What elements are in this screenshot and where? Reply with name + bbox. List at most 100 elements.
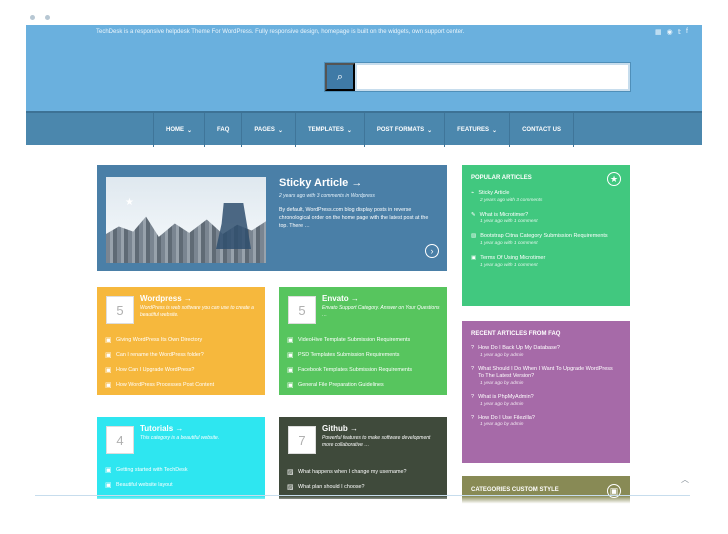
image-icon: ▨ [287,483,294,491]
link-text: VideoHive Template Submission Requiremen… [298,336,411,343]
link-text: General File Preparation Guidelines [298,381,384,388]
widget-title: RECENT ARTICLES FROM FAQ [471,331,561,337]
search-bar: ⌕ [324,62,631,92]
link-text: What plan should I choose? [298,483,365,490]
question-icon: ? [471,414,475,421]
sticky-article-title[interactable]: Sticky Article → [279,177,362,189]
widget-item-title: Bootstrap Citna Category Submission Requ… [480,233,608,240]
dot [45,15,50,20]
link-text: Can I rename the WordPress folder? [116,351,204,358]
windows-icon[interactable]: ▦ [655,28,662,36]
category-link[interactable]: ▣ Giving WordPress Its Own Directory [105,332,260,347]
category-links: ▨ What happens when I change my username?… [287,464,442,494]
main-content: ★ Sticky Article → 2 years ago with 3 co… [97,163,631,512]
category-number: 7 [288,426,316,454]
category-card-envato[interactable]: 5 Envato → Envato Support Category. Answ… [279,287,447,395]
nav-label: PAGES [254,127,275,133]
category-card-github[interactable]: 7 Github → Powerful features to make sof… [279,417,447,499]
search-input[interactable] [355,63,630,91]
question-icon: ? [471,345,475,351]
pen-icon: ✎ [471,211,476,218]
search-button[interactable]: ⌕ [325,63,355,91]
site-tagline: TechDesk is a responsive helpdesk Theme … [96,29,465,35]
widget-item-meta: 1 year ago with 1 comment [480,262,538,268]
category-card-cyan[interactable]: 4 Tutorials → This category is a beautif… [97,417,265,499]
nav-item-faq[interactable]: FAQ [204,113,241,147]
nav-item-post-formats[interactable]: POST FORMATS ⌄ [363,113,444,147]
category-title[interactable]: Envato → [322,294,359,303]
twitter-icon[interactable]: 𝕥 [678,28,681,36]
chevron-down-icon: ⌄ [427,127,433,134]
category-description: WordPress is web software you can use to… [140,305,254,319]
widget-item-meta: 1 year ago by admin [480,381,524,387]
category-number: 4 [106,426,134,454]
recent-faq-list: ? How Do I Back Up My Database? 1 year ago… [471,345,619,435]
category-link[interactable]: ▣ How WordPress Processes Post Content [105,377,260,392]
link-icon: ▣ [105,481,112,489]
star-icon[interactable]: ★ [607,172,621,186]
widget-item[interactable]: ⌁ Sticky Article 2 years ago with 3 commen… [471,190,619,203]
widget-item[interactable]: ? How Do I Back Up My Database? 1 year ago… [471,345,619,358]
category-link[interactable]: ▣ PSD Templates Submission Requirements [287,347,442,362]
category-link[interactable]: ▣ General File Preparation Guidelines [287,377,442,392]
widget-item[interactable]: ▨ Bootstrap Citna Category Submission Req… [471,233,619,246]
nav-item-contact[interactable]: CONTACT US [509,113,574,147]
pin-icon: ⌁ [471,190,475,196]
widget-item[interactable]: ✎ What is Microtimer? 1 year ago with 1 co… [471,212,619,225]
sticky-article-text: By default, WordPress.com blog display p… [279,207,429,230]
category-links: ▣ VideoHive Template Submission Requireme… [287,332,442,392]
category-link[interactable]: ▣ Getting started with TechDesk [105,462,260,477]
widget-item-title: Sticky Article [478,190,510,196]
social-icons: ▦ ◉ 𝕥 f [650,28,688,36]
category-link[interactable]: ▨ What happens when I change my username? [287,464,442,479]
question-icon: ? [471,394,475,401]
category-link[interactable]: ▣ VideoHive Template Submission Requireme… [287,332,442,347]
category-description: Powerful features to make software devel… [322,435,431,449]
nav-item-features[interactable]: FEATURES ⌄ [444,113,509,147]
category-links: ▣ Getting started with TechDesk ▣ Beautifu… [105,462,260,492]
link-icon: ▣ [287,381,294,389]
question-icon: ? [471,365,475,372]
document-icon: ▣ [471,255,477,262]
nav-label: TEMPLATES [307,127,344,133]
link-text: Facebook Templates Submission Requiremen… [298,366,413,373]
link-text: How Can I Upgrade WordPress? [116,366,195,373]
nav-items: HOME ⌄ FAQ PAGES ⌄ TEMPLATES ⌄ POST FORMATS… [153,113,574,147]
category-link[interactable]: ▣ Can I rename the WordPress folder? [105,347,260,362]
category-title[interactable]: Wordpress → [140,294,192,303]
link-icon: ▣ [105,381,112,389]
category-card-wordpress[interactable]: 5 Wordpress → WordPress is web software … [97,287,265,395]
recent-faq-widget: RECENT ARTICLES FROM FAQ ? How Do I Back … [462,321,630,463]
category-link[interactable]: ▨ What plan should I choose? [287,479,442,494]
android-icon[interactable]: ◉ [667,28,673,36]
link-icon: ▣ [105,366,112,374]
arrow-right-icon[interactable]: › [425,244,439,258]
popular-articles-list: ⌁ Sticky Article 2 years ago with 3 commen… [471,190,619,277]
chevron-down-icon: ⌄ [492,127,498,134]
nav-item-pages[interactable]: PAGES ⌄ [241,113,295,147]
widget-item-title: How Do I Back Up My Database? [478,345,560,351]
link-text: What happens when I change my username? [298,468,407,475]
nav-label: FAQ [217,127,230,133]
category-link[interactable]: ▣ How Can I Upgrade WordPress? [105,362,260,377]
sticky-article-meta: 2 years ago with 3 comments in Wordpress [279,193,375,199]
chevron-down-icon: ⌄ [187,127,193,134]
nav-item-templates[interactable]: TEMPLATES ⌄ [294,113,364,147]
category-link[interactable]: ▣ Beautiful website layout [105,477,260,492]
widget-item[interactable]: ? What is PhpMyAdmin? 1 year ago by admin [471,394,619,407]
category-title[interactable]: Github → [322,424,358,433]
link-text: PSD Templates Submission Requirements [298,351,400,358]
chevron-down-icon: ⌄ [346,127,352,134]
widget-item[interactable]: ? What Should I Do When I Want To Upgrade… [471,366,619,386]
main-nav: HOME ⌄ FAQ PAGES ⌄ TEMPLATES ⌄ POST FORMATS… [26,111,702,147]
chevron-up-icon[interactable]: ︿ [681,474,689,485]
widget-item[interactable]: ▣ Terms Of Using Microtimer 1 year ago wit… [471,255,619,268]
sticky-article-card[interactable]: ★ Sticky Article → 2 years ago with 3 co… [97,165,447,271]
widget-item[interactable]: ? How Do I Use Filezilla? 1 year ago by ad… [471,415,619,428]
facebook-icon[interactable]: f [686,28,688,36]
category-title[interactable]: Tutorials → [140,424,183,433]
nav-item-home[interactable]: HOME ⌄ [153,113,204,147]
link-icon: ▣ [105,336,112,344]
category-link[interactable]: ▣ Facebook Templates Submission Requireme… [287,362,442,377]
window-dots [30,15,50,20]
